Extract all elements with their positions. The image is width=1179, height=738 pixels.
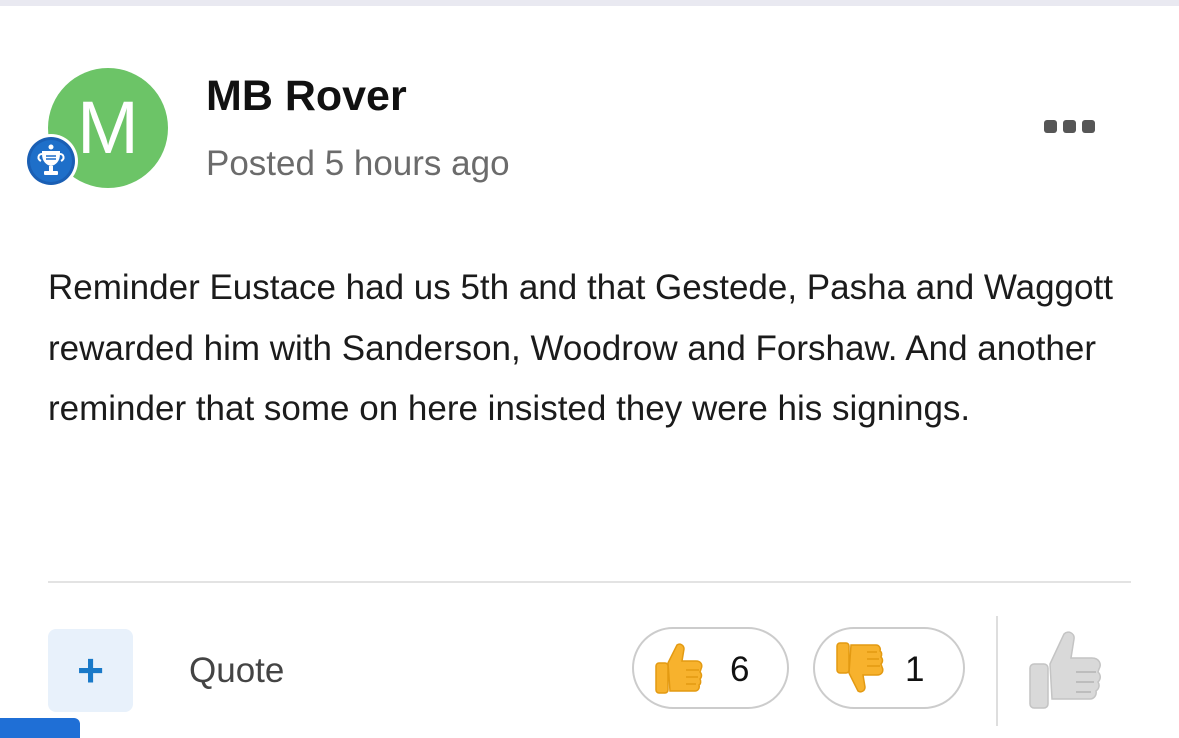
thumbs-up-count: 6 (730, 650, 750, 689)
bottom-tab-indicator (0, 718, 80, 738)
thumbs-up-outline-icon[interactable] (1020, 626, 1104, 721)
post-card: M MB Rover Posted 5 hours ago Reminder E… (0, 6, 1179, 736)
ellipsis-icon[interactable] (1044, 116, 1098, 136)
quote-button[interactable]: Quote (189, 651, 284, 691)
divider (48, 581, 1131, 583)
separator (996, 616, 998, 726)
avatar-letter: M (77, 86, 139, 169)
thumbs-up-emoji (648, 639, 706, 702)
thumbs-up-reaction[interactable]: 6 (632, 627, 789, 709)
author-name[interactable]: MB Rover (206, 72, 407, 121)
post-timestamp: Posted 5 hours ago (206, 144, 510, 183)
thumbs-down-emoji (829, 639, 887, 702)
post-body: Reminder Eustace had us 5th and that Ges… (48, 268, 1113, 428)
plus-icon: + (77, 644, 104, 696)
multiquote-button[interactable]: + (48, 629, 133, 712)
trophy-badge-icon (24, 134, 78, 188)
thumbs-down-count: 1 (905, 650, 925, 689)
thumbs-down-reaction[interactable]: 1 (813, 627, 965, 709)
